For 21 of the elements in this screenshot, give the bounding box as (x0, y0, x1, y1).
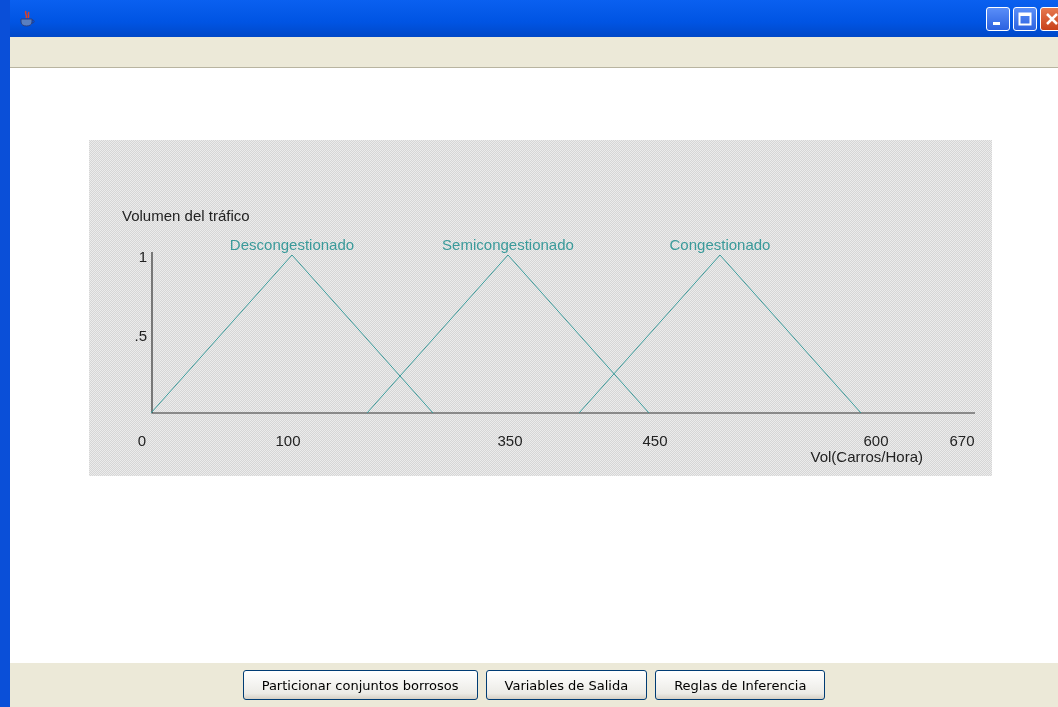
set-label: Congestionado (669, 236, 771, 253)
close-button[interactable] (1040, 6, 1058, 31)
maximize-button[interactable] (1013, 6, 1037, 31)
x-tick-label: 350 (497, 432, 523, 449)
y-tick-label: .5 (134, 327, 147, 344)
y-tick-label: 1 (138, 248, 147, 265)
action-button[interactable]: Reglas de Inferencia (655, 670, 826, 700)
action-button[interactable]: Variables de Salida (485, 670, 648, 700)
x-tick-label: 670 (949, 432, 975, 449)
x-tick-label: 100 (275, 432, 301, 449)
coffee-cup-icon (18, 9, 36, 28)
y-axis-label: Volumen del tráfico (122, 207, 250, 224)
x-axis-label: Vol(Carros/Hora) (810, 448, 923, 465)
x-tick-label: 600 (863, 432, 889, 449)
action-button[interactable]: Particionar conjuntos borrosos (242, 670, 478, 700)
set-label: Descongestionado (229, 236, 355, 253)
x-tick-label: 0 (137, 432, 147, 449)
x-tick-label: 450 (642, 432, 668, 449)
minimize-button[interactable] (986, 6, 1010, 31)
minimize-icon (992, 22, 1000, 25)
set-label: Semicongestionado (442, 236, 574, 253)
